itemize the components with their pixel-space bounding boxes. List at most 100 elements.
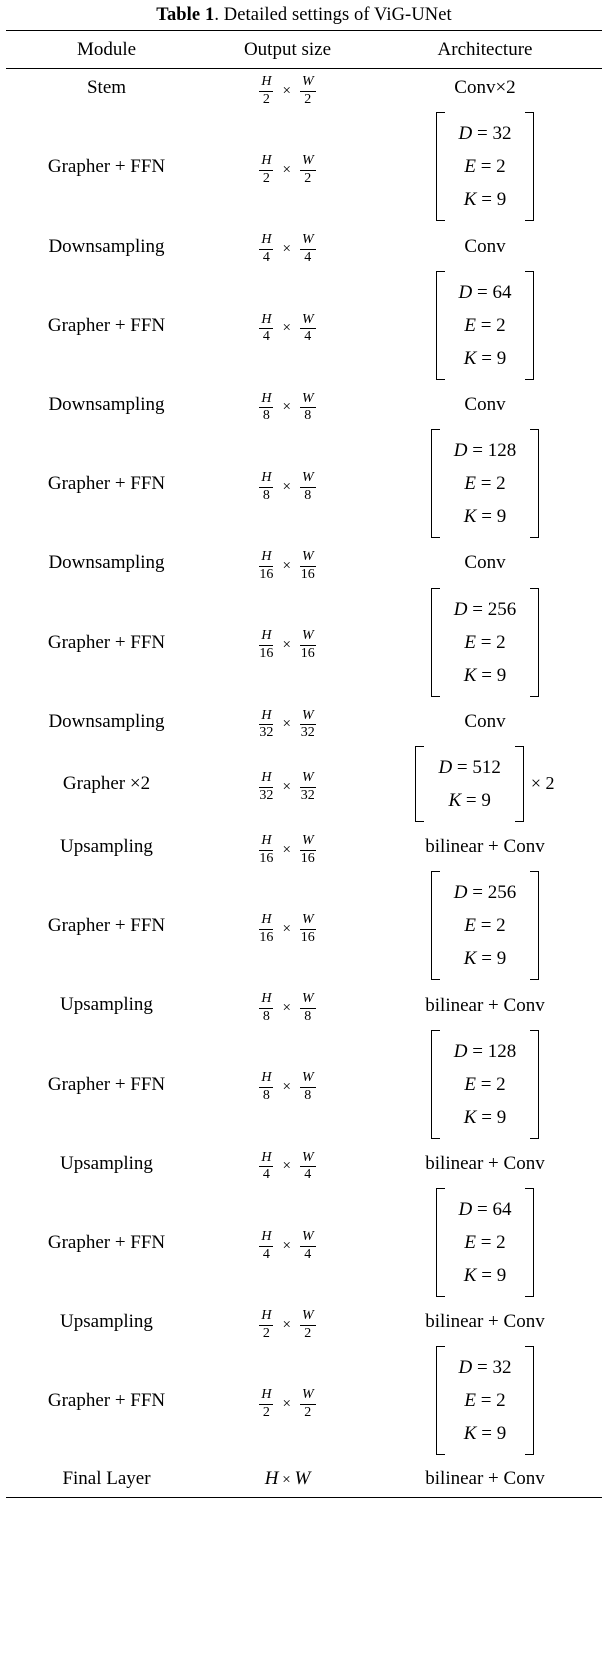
bracket-group: D = 256 E = 2K = 9 <box>430 587 540 697</box>
architecture-matrix: D = 32 E = 2K = 9 <box>368 107 602 227</box>
left-bracket-icon <box>435 112 445 222</box>
left-bracket-icon <box>435 1188 445 1297</box>
equals-sign: = <box>475 314 497 336</box>
cell-architecture: Conv <box>368 227 602 265</box>
param-name: E <box>464 473 476 495</box>
table-row: Grapher + FFN H 4 × W 4 D = 64 E = 2K = 9 <box>6 266 602 386</box>
right-bracket-icon <box>530 587 540 697</box>
multiply-icon: × <box>282 399 291 416</box>
left-bracket-icon <box>435 1346 445 1456</box>
fraction-denominator: 2 <box>262 91 270 107</box>
cell-architecture: D = 256 E = 2K = 9 <box>368 866 602 986</box>
fraction: W2 <box>299 74 316 107</box>
fraction-denominator: 16 <box>300 646 315 661</box>
fraction-denominator: 8 <box>304 1008 312 1024</box>
param-value: 2 <box>496 631 506 653</box>
param-value: 9 <box>496 1106 507 1128</box>
cell-module: Grapher + FFN <box>6 583 207 703</box>
multiply-icon: × <box>282 478 291 495</box>
architecture-text: Conv <box>464 235 506 257</box>
table-row: Grapher + FFN H 4 × W 4 D = 64 E = 2K = 9 <box>6 1183 602 1303</box>
matrix-row: E = 2 <box>454 1068 516 1101</box>
fraction-numerator: H <box>259 312 274 330</box>
cell-output-size: H 2 × W 2 <box>207 107 368 227</box>
cell-module: Downsampling <box>6 227 207 265</box>
output-size-expression: H 4 × W 4 <box>259 1150 316 1183</box>
left-bracket-icon <box>430 429 440 539</box>
matrix-row: E = 2 <box>454 909 516 942</box>
matrix-body: D = 128 E = 2K = 9 <box>440 429 530 538</box>
fraction: W 32 <box>299 708 316 741</box>
fraction: H8 <box>259 992 274 1024</box>
architecture-matrix: D = 256 E = 2K = 9 <box>368 866 602 986</box>
bracket-group: D = 32 E = 2K = 9 <box>435 1346 535 1456</box>
right-bracket-icon <box>525 1346 535 1456</box>
table-head: Module Output size Architecture <box>6 31 602 69</box>
bracket-group: D = 64 E = 2K = 9 <box>435 1188 535 1297</box>
cell-output-size: H 8 × W 8 <box>207 424 368 544</box>
fraction-denominator: 2 <box>304 1404 312 1420</box>
cell-module: Upsampling <box>6 828 207 866</box>
param-name: K <box>463 189 477 211</box>
matrix-row: E = 2 <box>459 150 512 183</box>
fraction: H4 <box>259 312 274 345</box>
output-size-expression: H 4 × W 4 <box>259 233 316 265</box>
multiply-icon: × <box>282 557 291 574</box>
output-size-expression: H 2 × W 2 <box>259 1308 316 1341</box>
fraction: H4 <box>259 1150 274 1183</box>
fraction-numerator: H <box>259 233 274 251</box>
cell-output-size: H 2 × W 2 <box>207 1341 368 1461</box>
fraction-numerator: H <box>259 1308 274 1326</box>
settings-table: Module Output size Architecture Stem H 2 × W… <box>6 30 602 1499</box>
fraction-numerator: W <box>299 833 316 851</box>
equals-sign: = <box>476 189 497 211</box>
fraction-denominator: 16 <box>259 566 274 582</box>
module-label: Downsampling <box>48 552 165 574</box>
cell-output-size: H 16 × W 16 <box>207 583 368 703</box>
fraction-numerator: H <box>259 1387 274 1405</box>
caption-text: . Detailed settings of ViG-UNet <box>214 5 452 25</box>
caption-label: Table 1 <box>156 5 215 25</box>
column-header-module: Module <box>76 39 137 60</box>
cell-architecture: Conv <box>368 544 602 582</box>
output-size-expression: H 32 × W 32 <box>259 708 316 741</box>
cell-module: Upsampling <box>6 1303 207 1341</box>
output-size-expression: H 16 × W 16 <box>259 629 316 661</box>
architecture-matrix: D = 512 K = 9 × 2 <box>368 741 602 828</box>
param-value: 9 <box>496 1265 507 1286</box>
fraction-denominator: 2 <box>262 1404 270 1420</box>
fraction-numerator: W <box>299 1150 316 1168</box>
matrix-row: K = 9 <box>454 942 516 975</box>
equals-sign: = <box>476 948 497 970</box>
param-value: 2 <box>496 1390 506 1412</box>
matrix-body: D = 256 E = 2K = 9 <box>440 588 530 697</box>
cell-architecture: D = 512 K = 9 × 2 <box>368 741 602 828</box>
fraction: W4 <box>299 1150 316 1183</box>
table-row: Downsampling H 32 × W 32 Conv <box>6 703 602 741</box>
fraction: W8 <box>299 992 316 1024</box>
matrix-row: E = 2 <box>459 1384 512 1417</box>
fraction-denominator: 16 <box>259 850 274 866</box>
fraction: W2 <box>299 1308 316 1341</box>
right-bracket-icon <box>514 745 524 822</box>
fraction-denominator: 32 <box>300 725 315 741</box>
fraction: W2 <box>299 153 316 186</box>
multiply-icon: × <box>282 1395 291 1412</box>
matrix-row: K = 9 <box>459 183 512 216</box>
matrix-row: K = 9 <box>454 500 516 533</box>
fraction: W8 <box>299 391 316 424</box>
fraction-numerator: W <box>299 549 316 567</box>
fraction-numerator: H <box>259 992 274 1009</box>
module-label: Grapher + FFN <box>47 156 166 178</box>
fraction-numerator: W <box>299 1071 316 1089</box>
left-bracket-icon <box>430 871 440 981</box>
module-label: Downsampling <box>48 393 165 415</box>
fraction-denominator: 2 <box>304 170 312 186</box>
table-row: Stem H 2 × W 2 Conv×2 <box>6 69 602 108</box>
param-name: K <box>463 1106 477 1128</box>
param-name: D <box>453 440 468 462</box>
param-name: D <box>458 1199 473 1220</box>
table-row: Upsampling H 16 × W 16 bilinear + Conv <box>6 828 602 866</box>
fraction-denominator: 2 <box>304 1325 312 1341</box>
cell-output-size: H 8 × W 8 <box>207 986 368 1024</box>
